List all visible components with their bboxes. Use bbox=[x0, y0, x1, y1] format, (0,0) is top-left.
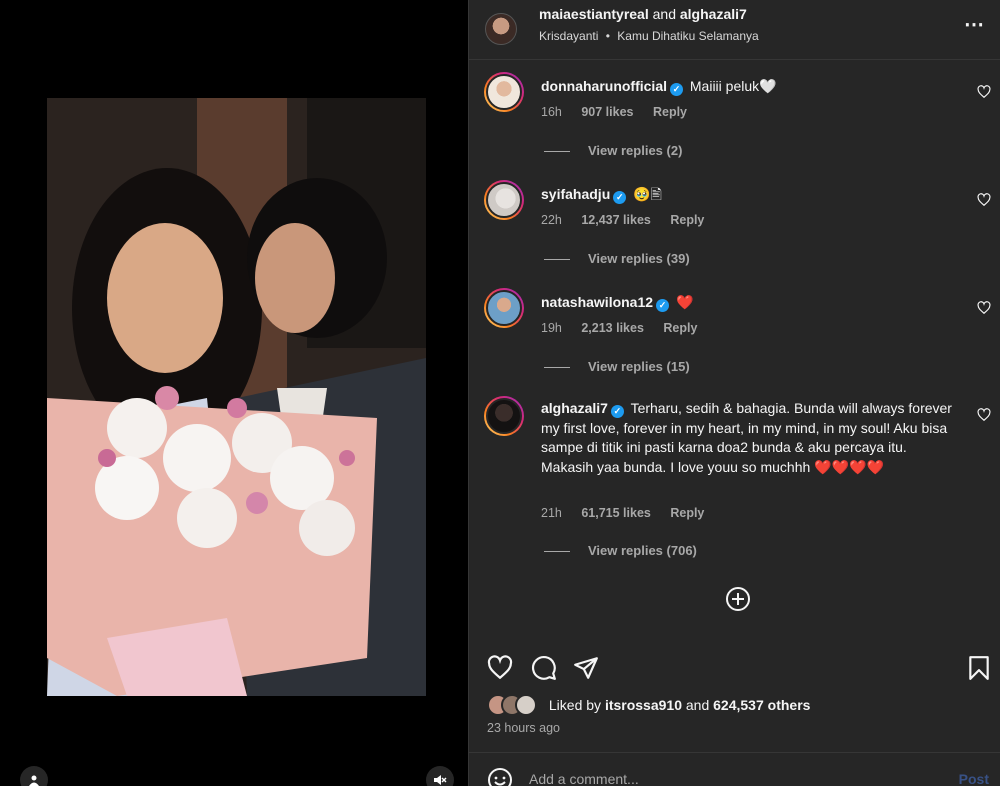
comment-avatar[interactable] bbox=[484, 180, 524, 220]
comment-avatar[interactable] bbox=[484, 396, 524, 436]
media-panel bbox=[0, 0, 468, 786]
post-header: maiaestiantyreal and alghazali7 Krisdaya… bbox=[469, 0, 1000, 60]
comment-username[interactable]: syifahadju bbox=[541, 186, 610, 202]
post-actions bbox=[469, 645, 1000, 690]
view-replies-label: View replies (706) bbox=[588, 543, 697, 558]
more-options-icon[interactable]: ⋯ bbox=[964, 12, 985, 37]
author-and: and bbox=[652, 6, 676, 22]
liked-by-user[interactable]: itsrossa910 bbox=[605, 697, 682, 713]
comment-avatar[interactable] bbox=[484, 288, 524, 328]
coauthor-username[interactable]: alghazali7 bbox=[680, 6, 747, 22]
comment-like-heart-icon[interactable] bbox=[977, 408, 991, 422]
comment-username[interactable]: natashawilona12 bbox=[541, 294, 653, 310]
share-send-icon[interactable] bbox=[573, 655, 599, 681]
comment-like-heart-icon[interactable] bbox=[977, 85, 991, 99]
view-replies-label: View replies (39) bbox=[588, 251, 690, 266]
comment-text: ❤️ bbox=[675, 294, 694, 310]
speaker-muted-icon bbox=[434, 775, 447, 785]
liked-by-text: Liked by itsrossa910 and 624,537 others bbox=[549, 697, 811, 713]
comment-likes[interactable]: 61,715 likes bbox=[581, 506, 651, 520]
comment-body: syifahadju ✓ 🥹🖹 bbox=[541, 185, 961, 205]
comment-likes[interactable]: 907 likes bbox=[581, 105, 633, 119]
audio-separator: • bbox=[605, 29, 610, 43]
comment-reply-button[interactable]: Reply bbox=[653, 105, 687, 119]
post-authors: maiaestiantyreal and alghazali7 bbox=[539, 6, 747, 22]
post-comment-button[interactable]: Post bbox=[959, 771, 989, 786]
verified-badge-icon: ✓ bbox=[610, 405, 624, 418]
audio-info: Krisdayanti • Kamu Dihatiku Selamanya bbox=[539, 29, 759, 43]
comment-reply-button[interactable]: Reply bbox=[663, 321, 697, 335]
author-avatar[interactable] bbox=[485, 13, 517, 45]
add-comment-bar: Post bbox=[469, 752, 1000, 786]
comment-text: Maiiii peluk🤍 bbox=[689, 78, 777, 94]
comment-reply-button[interactable]: Reply bbox=[670, 506, 704, 520]
comment-like-heart-icon[interactable] bbox=[977, 301, 991, 315]
replies-divider bbox=[544, 151, 570, 153]
comment-username[interactable]: alghazali7 bbox=[541, 400, 608, 416]
load-more-comments-icon[interactable] bbox=[725, 586, 751, 612]
comment-body: donnaharunofficial ✓ Maiiii peluk🤍 bbox=[541, 77, 961, 97]
view-replies-button[interactable]: View replies (706) bbox=[544, 543, 697, 558]
emoji-icon[interactable] bbox=[487, 767, 513, 786]
comment-meta: 16h 907 likes Reply bbox=[541, 105, 703, 119]
post-panel: maiaestiantyreal and alghazali7 Krisdaya… bbox=[468, 0, 1000, 786]
liked-by-and: and bbox=[685, 697, 710, 713]
post-photo[interactable] bbox=[47, 98, 426, 696]
user-icon bbox=[29, 775, 39, 786]
comment-time: 16h bbox=[541, 105, 562, 119]
liked-by-others[interactable]: 624,537 others bbox=[713, 697, 810, 713]
view-replies-button[interactable]: View replies (15) bbox=[544, 359, 690, 374]
like-heart-icon[interactable] bbox=[487, 655, 513, 681]
comment-body: natashawilona12 ✓ ❤️ bbox=[541, 293, 961, 313]
liker-avatar bbox=[515, 694, 537, 716]
view-replies-label: View replies (2) bbox=[588, 143, 683, 158]
tagged-users-button[interactable] bbox=[20, 766, 48, 786]
comment-username[interactable]: donnaharunofficial bbox=[541, 78, 667, 94]
liked-by-avatars[interactable] bbox=[487, 694, 543, 716]
comment-likes[interactable]: 2,213 likes bbox=[581, 321, 644, 335]
mute-button[interactable] bbox=[426, 766, 454, 786]
comment-likes[interactable]: 12,437 likes bbox=[581, 213, 651, 227]
comment-reply-button[interactable]: Reply bbox=[670, 213, 704, 227]
comment-avatar[interactable] bbox=[484, 72, 524, 112]
verified-badge-icon: ✓ bbox=[613, 191, 627, 204]
bookmark-icon[interactable] bbox=[966, 655, 992, 681]
comment-time: 21h bbox=[541, 506, 562, 520]
liked-by: Liked by itsrossa910 and 624,537 others bbox=[487, 694, 810, 720]
verified-badge-icon: ✓ bbox=[670, 83, 683, 96]
add-comment-input[interactable] bbox=[529, 771, 929, 786]
replies-divider bbox=[544, 259, 570, 261]
photo-illustration bbox=[47, 98, 426, 696]
view-replies-label: View replies (15) bbox=[588, 359, 690, 374]
comment-text: 🥹🖹 bbox=[633, 186, 662, 202]
verified-badge-icon: ✓ bbox=[656, 299, 670, 312]
replies-divider bbox=[544, 367, 570, 369]
view-replies-button[interactable]: View replies (39) bbox=[544, 251, 690, 266]
comment-meta: 22h 12,437 likes Reply bbox=[541, 213, 720, 227]
view-replies-button[interactable]: View replies (2) bbox=[544, 143, 682, 158]
comment-body: alghazali7 ✓ Terharu, sedih & bahagia. Bu… bbox=[541, 399, 961, 477]
author-username[interactable]: maiaestiantyreal bbox=[539, 6, 649, 22]
comment-time: 22h bbox=[541, 213, 562, 227]
audio-artist[interactable]: Krisdayanti bbox=[539, 29, 598, 43]
comment-meta: 19h 2,213 likes Reply bbox=[541, 321, 713, 335]
comment-bubble-icon[interactable] bbox=[531, 655, 557, 681]
comment-meta: 21h 61,715 likes Reply bbox=[541, 506, 720, 520]
audio-title[interactable]: Kamu Dihatiku Selamanya bbox=[617, 29, 758, 43]
comment-time: 19h bbox=[541, 321, 562, 335]
replies-divider bbox=[544, 551, 570, 553]
post-timestamp[interactable]: 23 hours ago bbox=[487, 721, 560, 735]
liked-by-prefix: Liked by bbox=[548, 697, 602, 713]
comment-like-heart-icon[interactable] bbox=[977, 193, 991, 207]
